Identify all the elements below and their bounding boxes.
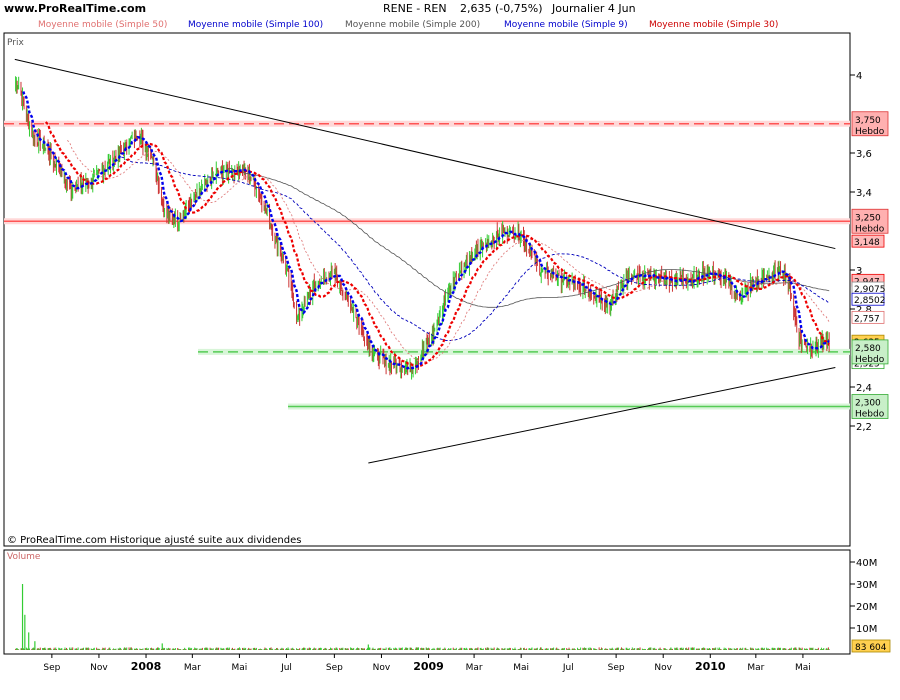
price-chart[interactable]: Prix Volume © ProRealTime.com Historique… — [0, 0, 900, 700]
level-label-value: 3,250 — [855, 213, 881, 223]
x-tick-label: Nov — [654, 663, 672, 673]
volume-panel-label: Volume — [7, 552, 41, 562]
x-tick-label: Mai — [232, 663, 248, 673]
level-label-sub: Hebdo — [855, 355, 885, 365]
x-tick-label: Mar — [184, 663, 201, 673]
level-label-sub: Hebdo — [855, 410, 885, 420]
y-tick-label: 4 — [856, 71, 862, 82]
volume-last-text: 83 604 — [855, 643, 887, 653]
price-label-text: 2,757 — [854, 314, 880, 324]
y-tick-label: 3,4 — [856, 188, 872, 199]
price-plot-frame — [3, 32, 851, 547]
y-tick-label: 2,4 — [856, 383, 872, 394]
x-tick-label: Mai — [795, 663, 811, 673]
level-label-sub: Hebdo — [855, 127, 885, 137]
y-tick-label: 3,6 — [856, 149, 872, 160]
copyright-label: © ProRealTime.com Historique ajusté suit… — [7, 534, 301, 546]
volume-plot-frame — [3, 549, 851, 655]
price-label-text: 3,148 — [854, 238, 880, 248]
x-tick-label: Mar — [466, 663, 483, 673]
x-tick-label: 2008 — [131, 660, 162, 673]
y-tick-label: 2,2 — [856, 422, 872, 433]
x-tick-label: 2010 — [695, 660, 726, 673]
x-tick-label: 2009 — [413, 660, 444, 673]
x-tick-label: Sep — [608, 663, 625, 673]
volume-tick-label: 40M — [856, 558, 877, 569]
level-label-value: 3,750 — [855, 116, 881, 126]
x-tick-label: Jul — [562, 663, 574, 673]
x-tick-label: Sep — [326, 663, 343, 673]
x-tick-label: Nov — [90, 663, 108, 673]
x-tick-label: Mar — [747, 663, 764, 673]
volume-tick-label: 30M — [856, 580, 877, 591]
x-tick-label: Nov — [373, 663, 391, 673]
price-panel-label: Prix — [7, 38, 24, 48]
x-tick-label: Mai — [513, 663, 529, 673]
price-label-text: 2,8502 — [854, 296, 886, 306]
level-label-value: 2,580 — [855, 344, 881, 354]
x-tick-label: Jul — [280, 663, 292, 673]
level-label-value: 2,300 — [855, 399, 881, 409]
x-tick-label: Sep — [43, 663, 60, 673]
volume-tick-label: 10M — [856, 624, 877, 635]
volume-tick-label: 20M — [856, 602, 877, 613]
level-label-sub: Hebdo — [855, 224, 885, 234]
